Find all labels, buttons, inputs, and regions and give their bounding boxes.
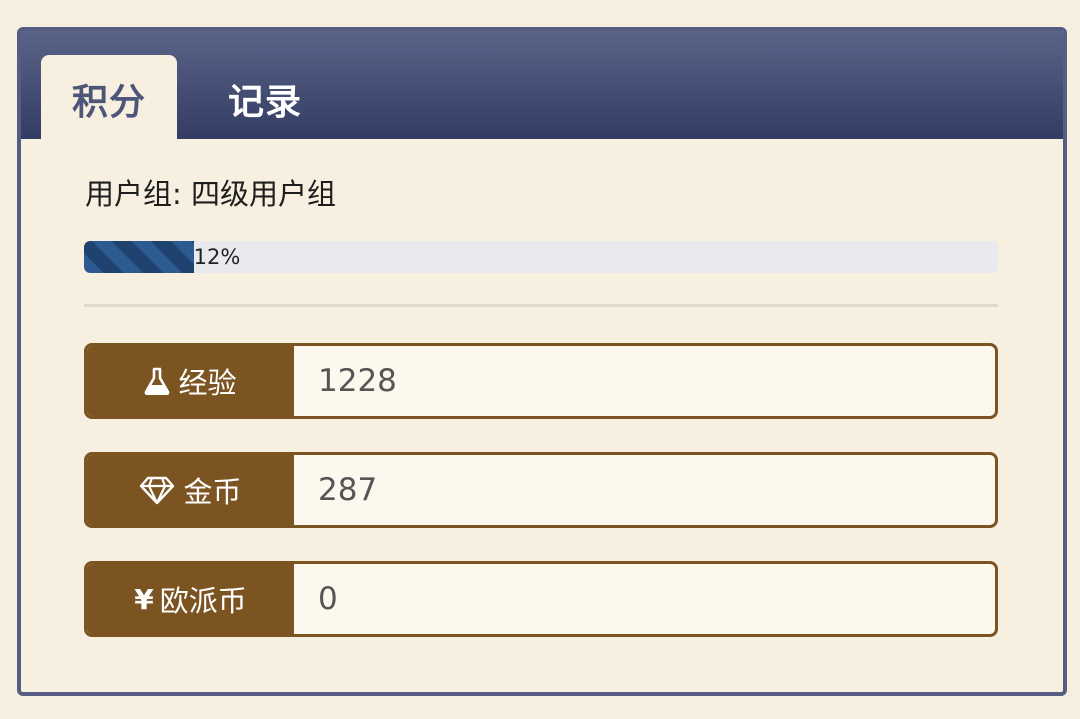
diamond-icon [139,475,175,505]
stat-row-gold: 金币 287 [84,452,998,528]
stat-label-gold: 金币 [87,455,294,525]
tab-records[interactable]: 记录 [197,55,333,139]
stat-label-oupai-coin: ¥ 欧派币 [87,564,294,634]
stat-row-experience: 经验 1228 [84,343,998,419]
stat-value-gold: 287 [318,472,378,508]
stat-label-text: 欧派币 [159,584,247,618]
progress-fill [84,241,194,273]
stat-value-experience: 1228 [318,363,397,399]
progress-label: 12% [193,245,241,269]
credits-panel: 积分 记录 用户组: 四级用户组 12% 经验 1228 金币 287 ¥ 欧派… [17,27,1067,696]
stat-row-oupai-coin: ¥ 欧派币 0 [84,561,998,637]
tab-credits[interactable]: 积分 [41,55,177,139]
user-group-text: 用户组: 四级用户组 [85,177,336,211]
stat-label-experience: 经验 [87,346,294,416]
progress-bar: 12% [84,241,998,273]
stat-value-oupai-coin: 0 [318,581,338,617]
yen-icon: ¥ [134,582,154,616]
stat-label-text: 金币 [183,475,242,509]
stat-label-text: 经验 [178,366,237,400]
divider [84,304,998,307]
flask-icon [144,367,170,395]
panel-header: 积分 记录 [21,31,1063,139]
